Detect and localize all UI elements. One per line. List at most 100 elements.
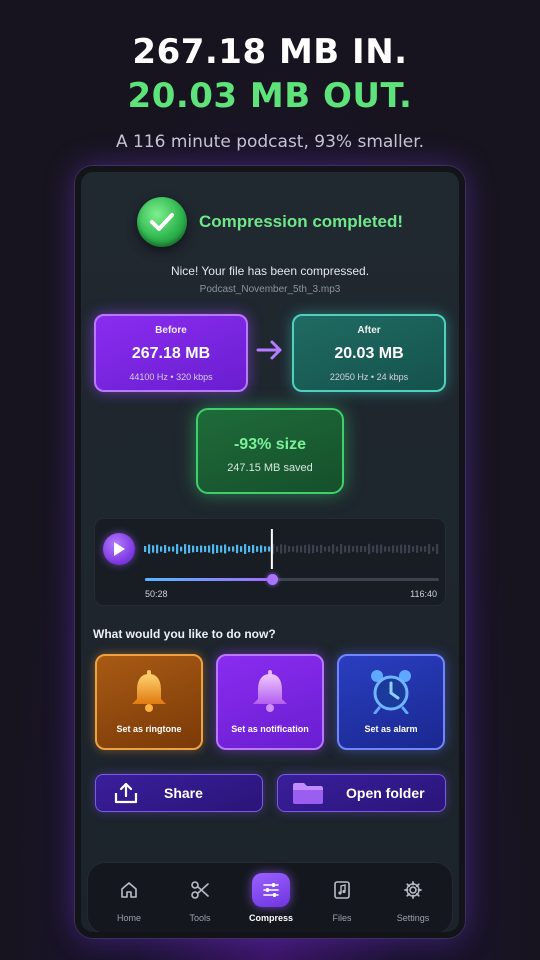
set-ringtone-button[interactable]: Set as ringtone <box>95 654 203 750</box>
waveform-bar <box>424 546 427 552</box>
file-name: Podcast_November_5th_3.mp3 <box>199 284 341 295</box>
before-size: 267.18 MB <box>131 345 211 362</box>
after-meta: 22050 Hz • 24 kbps <box>329 372 409 382</box>
waveform-bar <box>420 546 423 552</box>
waveform-bar <box>268 546 271 552</box>
after-size-card: After 20.03 MB 22050 Hz • 24 kbps <box>292 314 446 392</box>
waveform-bar <box>208 545 211 553</box>
nav-compress[interactable]: Compress <box>236 863 306 932</box>
waveform-bar <box>204 545 207 553</box>
waveform-bar <box>408 544 411 554</box>
nav-files[interactable]: Files <box>307 863 377 932</box>
waveform-bar <box>428 544 431 554</box>
play-button[interactable] <box>103 533 135 565</box>
before-size-card: Before 267.18 MB 44100 Hz • 320 kbps <box>94 314 248 392</box>
open-folder-button[interactable]: Open folder <box>277 774 446 812</box>
nav-home[interactable]: Home <box>94 863 164 932</box>
waveform-bar <box>344 545 347 553</box>
play-icon <box>114 542 125 556</box>
hero-title-in: 267.18 MB IN. <box>132 32 408 72</box>
seek-progress <box>145 578 272 581</box>
waveform-bar <box>352 546 355 552</box>
waveform-bar <box>224 544 227 554</box>
waveform-bar <box>256 546 259 552</box>
savings-card: -93% size 247.15 MB saved <box>196 408 344 494</box>
waveform-bar <box>364 546 367 552</box>
waveform-bar <box>212 544 215 554</box>
waveform-bar <box>300 545 303 553</box>
waveform-bar <box>176 544 179 554</box>
nav-tools[interactable]: Tools <box>165 863 235 932</box>
nav-settings[interactable]: Settings <box>378 863 448 932</box>
gear-icon <box>404 881 422 899</box>
completion-title: Compression completed! <box>198 212 404 231</box>
alarm-label: Set as alarm <box>364 724 418 734</box>
waveform-bar <box>244 544 247 554</box>
set-notification-button[interactable]: Set as notification <box>216 654 324 750</box>
seek-bar[interactable] <box>145 574 439 585</box>
waveform-bar <box>304 545 307 553</box>
share-label: Share <box>164 785 203 801</box>
waveform-bar <box>156 544 159 554</box>
waveform-bar <box>324 546 327 552</box>
waveform-bar <box>148 544 151 554</box>
phone-screen: Compression completed! Nice! Your file h… <box>75 166 465 938</box>
before-meta: 44100 Hz • 320 kbps <box>129 372 213 382</box>
waveform-bar <box>404 544 407 554</box>
waveform-bar <box>284 544 287 554</box>
waveform-bar <box>320 544 323 554</box>
arrow-right-icon <box>256 340 282 360</box>
waveform-bar <box>200 545 203 553</box>
waveform-bar <box>392 545 395 553</box>
waveform-bar <box>144 546 147 552</box>
waveform-bar <box>436 544 439 554</box>
nav-files-label: Files <box>332 913 352 923</box>
set-alarm-button[interactable]: Set as alarm <box>337 654 445 750</box>
scissors-icon <box>191 881 209 899</box>
bell-icon <box>132 670 166 712</box>
waveform-bar <box>288 546 291 552</box>
playhead[interactable] <box>270 529 273 569</box>
waveform-bar <box>396 545 399 553</box>
music-file-icon <box>334 881 350 899</box>
waveform-bar <box>296 545 299 553</box>
notification-label: Set as notification <box>231 724 309 734</box>
seek-handle[interactable] <box>267 574 278 585</box>
waveform-bar <box>264 546 267 552</box>
waveform-bar <box>348 545 351 553</box>
ringtone-label: Set as ringtone <box>116 724 182 734</box>
waveform-bar <box>312 544 315 554</box>
waveform-bar <box>188 544 191 554</box>
waveform-bar <box>236 544 239 554</box>
folder-icon <box>293 783 323 804</box>
waveform-bar <box>168 546 171 552</box>
waveform-bar <box>388 546 391 552</box>
waveform-bar <box>412 546 415 552</box>
waveform-bar <box>232 546 235 552</box>
next-action-question: What would you like to do now? <box>93 627 276 641</box>
waveform-bar <box>164 545 167 553</box>
waveform-bar <box>336 546 339 552</box>
waveform-bar <box>400 544 403 554</box>
completion-message: Nice! Your file has been compressed. <box>170 264 370 278</box>
waveform[interactable] <box>143 525 439 573</box>
waveform-bar <box>248 545 251 553</box>
before-label: Before <box>155 325 187 336</box>
after-label: After <box>357 325 381 336</box>
waveform-bar <box>192 545 195 553</box>
waveform-bar <box>368 543 371 555</box>
waveform-bar <box>416 545 419 553</box>
share-button[interactable]: Share <box>95 774 263 812</box>
waveform-bar <box>356 545 359 553</box>
nav-settings-label: Settings <box>396 913 430 923</box>
waveform-bar <box>316 545 319 553</box>
waveform-bar <box>280 544 283 554</box>
waveform-bar <box>252 544 255 554</box>
home-icon <box>121 882 137 898</box>
waveform-bar <box>196 546 199 552</box>
savings-percent: -93% size <box>233 436 307 453</box>
waveform-bar <box>228 546 231 552</box>
nav-tools-label: Tools <box>189 913 211 923</box>
waveform-bar <box>220 545 223 553</box>
waveform-bar <box>308 544 311 554</box>
